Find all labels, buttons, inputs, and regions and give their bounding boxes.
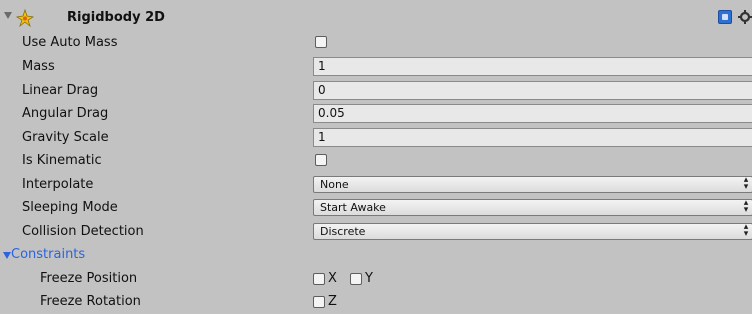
help-book-icon[interactable] xyxy=(718,10,732,24)
mass-input[interactable]: 1 xyxy=(313,57,752,76)
freeze-rotation-z-label: Z xyxy=(328,294,337,309)
freeze-rotation-label: Freeze Rotation xyxy=(40,294,141,309)
freeze-position-x-toggle[interactable]: X xyxy=(313,271,337,286)
collision-detection-label: Collision Detection xyxy=(22,224,144,239)
linear-drag-input[interactable]: 0 xyxy=(313,81,752,100)
linear-drag-row: Linear Drag 0 xyxy=(0,80,752,103)
foldout-arrow-icon xyxy=(3,252,11,259)
freeze-position-y-checkbox[interactable] xyxy=(350,272,362,285)
freeze-position-y-toggle[interactable]: Y xyxy=(350,271,373,286)
sleeping-mode-value: Start Awake xyxy=(320,201,386,214)
angular-drag-label: Angular Drag xyxy=(22,106,109,121)
use-auto-mass-checkbox[interactable] xyxy=(315,36,327,48)
freeze-rotation-z-toggle[interactable]: Z xyxy=(313,294,337,309)
linear-drag-label: Linear Drag xyxy=(22,83,99,98)
collision-detection-row: Collision Detection Discrete ▴ ▾ xyxy=(0,221,752,244)
sleeping-mode-row: Sleeping Mode Start Awake ▴ ▾ xyxy=(0,197,752,220)
interpolate-value: None xyxy=(320,178,349,191)
sleeping-mode-dropdown[interactable]: Start Awake ▴ ▾ xyxy=(313,199,752,216)
updown-arrows-icon: ▴ ▾ xyxy=(743,198,749,215)
foldout-arrow-icon[interactable] xyxy=(4,12,12,19)
is-kinematic-checkbox[interactable] xyxy=(315,154,327,166)
interpolate-dropdown[interactable]: None ▴ ▾ xyxy=(313,176,752,193)
is-kinematic-row: Is Kinematic xyxy=(0,150,752,173)
angular-drag-input[interactable]: 0.05 xyxy=(313,104,752,123)
freeze-position-x-checkbox[interactable] xyxy=(313,272,325,285)
gravity-scale-input[interactable]: 1 xyxy=(313,128,752,147)
freeze-position-label: Freeze Position xyxy=(40,271,138,286)
updown-arrows-icon: ▴ ▾ xyxy=(743,175,749,192)
is-kinematic-label: Is Kinematic xyxy=(22,153,102,168)
freeze-position-x-label: X xyxy=(328,271,337,286)
collision-detection-value: Discrete xyxy=(320,225,366,238)
gravity-scale-label: Gravity Scale xyxy=(22,130,109,145)
freeze-position-row: Freeze Position X Y xyxy=(0,268,752,291)
mass-label: Mass xyxy=(22,59,55,74)
component-title: Rigidbody 2D xyxy=(67,10,165,25)
freeze-rotation-row: Freeze Rotation Z xyxy=(0,291,752,314)
interpolate-label: Interpolate xyxy=(22,177,94,192)
rigidbody2d-icon xyxy=(15,8,35,28)
component-header: Rigidbody 2D xyxy=(0,8,752,30)
interpolate-row: Interpolate None ▴ ▾ xyxy=(0,174,752,197)
angular-drag-row: Angular Drag 0.05 xyxy=(0,103,752,126)
use-auto-mass-label: Use Auto Mass xyxy=(22,35,118,50)
constraints-foldout[interactable]: Constraints xyxy=(0,245,752,267)
collision-detection-dropdown[interactable]: Discrete ▴ ▾ xyxy=(313,223,752,240)
constraints-label: Constraints xyxy=(11,247,86,262)
updown-arrows-icon: ▴ ▾ xyxy=(743,222,749,239)
gravity-scale-row: Gravity Scale 1 xyxy=(0,127,752,150)
use-auto-mass-row: Use Auto Mass xyxy=(0,32,752,55)
sleeping-mode-label: Sleeping Mode xyxy=(22,200,118,215)
mass-row: Mass 1 xyxy=(0,56,752,79)
gear-icon[interactable] xyxy=(738,9,752,25)
freeze-position-y-label: Y xyxy=(365,271,373,286)
